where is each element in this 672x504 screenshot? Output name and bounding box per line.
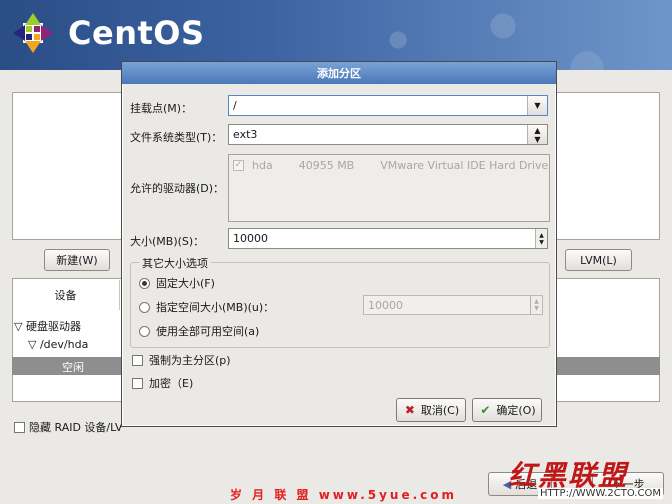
watermark-site: 岁 月 联 盟 www.5yue.com bbox=[230, 488, 458, 502]
drive-model: VMware Virtual IDE Hard Drive bbox=[380, 159, 549, 172]
hide-raid-checkbox[interactable]: 隐藏 RAID 设备/LV bbox=[14, 419, 123, 435]
dialog-title: 添加分区 bbox=[122, 62, 556, 84]
radio-label: 固定大小(F) bbox=[156, 277, 215, 290]
checkbox-icon bbox=[132, 377, 143, 389]
hide-raid-label: 隐藏 RAID 设备/LV bbox=[29, 421, 123, 434]
drive-row-hda[interactable]: ✓ hda 40955 MB VMware Virtual IDE Hard D… bbox=[233, 159, 548, 172]
drive-size: 40955 MB bbox=[298, 159, 355, 172]
force-primary-checkbox[interactable]: 强制为主分区(p) bbox=[132, 352, 231, 368]
expander-down-icon: ▽ bbox=[28, 338, 40, 351]
drive-name: hda bbox=[252, 159, 273, 172]
tree-item-dev-hda[interactable]: ▽ /dev/hda bbox=[28, 338, 88, 351]
force-primary-label: 强制为主分区(p) bbox=[149, 354, 231, 367]
size-label: 大小(MB)(S)： bbox=[130, 235, 205, 248]
fs-type-label: 文件系统类型(T)： bbox=[130, 131, 223, 144]
radio-fill-to-size[interactable]: 指定空间大小(MB)(u)： bbox=[139, 299, 274, 315]
tree-label: 硬盘驱动器 bbox=[25, 320, 81, 333]
drive-list: ✓ hda 40955 MB VMware Virtual IDE Hard D… bbox=[228, 154, 550, 222]
size-spinbox[interactable]: 10000 ▲ ▼ bbox=[228, 228, 548, 249]
fs-type-value: ext3 bbox=[233, 128, 258, 141]
allowed-drives-label: 允许的驱动器(D)： bbox=[130, 182, 225, 195]
checkbox-icon bbox=[14, 421, 25, 433]
radio-fixed-size[interactable]: 固定大小(F) bbox=[139, 275, 215, 291]
cancel-button[interactable]: ✖ 取消(C) bbox=[396, 398, 466, 422]
expander-down-icon: ▽ bbox=[14, 320, 26, 333]
ok-button[interactable]: ✔ 确定(O) bbox=[472, 398, 542, 422]
centos-logo-icon bbox=[13, 13, 53, 53]
free-label: 空闲 bbox=[62, 361, 84, 374]
new-partition-button[interactable]: 新建(W) bbox=[44, 249, 110, 271]
radio-icon bbox=[139, 301, 150, 313]
column-header-device[interactable]: 设备 bbox=[12, 280, 120, 310]
lvm-button[interactable]: LVM(L) bbox=[565, 249, 632, 271]
checkbox-icon bbox=[132, 354, 143, 366]
spin-arrows-icon[interactable]: ▲ ▼ bbox=[530, 296, 542, 314]
brand-name: CentOS bbox=[68, 14, 205, 52]
add-partition-dialog: 添加分区 挂载点(M)： / ▼ 文件系统类型(T)： ext3 ▲ ▼ 允许的驱… bbox=[121, 61, 557, 427]
encrypt-label: 加密（E) bbox=[149, 377, 194, 390]
other-size-options-group: 其它大小选项 固定大小(F) 指定空间大小(MB)(u)： 10000 ▲ ▼ 使… bbox=[130, 255, 550, 348]
updown-icon[interactable]: ▲ ▼ bbox=[527, 125, 547, 144]
watermark-url: HTTP://WWW.2CTO.COM bbox=[538, 488, 663, 499]
fill-size-value: 10000 bbox=[368, 299, 403, 312]
spin-arrows-icon[interactable]: ▲ ▼ bbox=[535, 229, 547, 248]
chevron-down-icon[interactable]: ▼ bbox=[527, 96, 547, 115]
mount-point-label: 挂载点(M)： bbox=[130, 102, 193, 115]
group-title: 其它大小选项 bbox=[139, 255, 211, 271]
radio-icon bbox=[139, 325, 150, 337]
banner-decoration bbox=[272, 0, 672, 70]
tree-label: /dev/hda bbox=[39, 338, 89, 351]
ok-check-icon: ✔ bbox=[480, 403, 491, 417]
cancel-label: 取消(C) bbox=[420, 404, 460, 417]
ok-label: 确定(O) bbox=[496, 404, 536, 417]
checked-icon[interactable]: ✓ bbox=[233, 160, 244, 171]
size-value[interactable]: 10000 bbox=[233, 232, 268, 245]
fill-size-spinbox[interactable]: 10000 ▲ ▼ bbox=[363, 295, 543, 315]
header-banner: CentOS bbox=[0, 0, 672, 70]
radio-selected-icon bbox=[139, 277, 150, 289]
fs-type-select[interactable]: ext3 ▲ ▼ bbox=[228, 124, 548, 145]
radio-label: 指定空间大小(MB)(u)： bbox=[156, 301, 275, 314]
mount-point-combo[interactable]: / ▼ bbox=[228, 95, 548, 116]
radio-fill-all[interactable]: 使用全部可用空间(a) bbox=[139, 323, 259, 339]
tree-item-hard-drives[interactable]: ▽ 硬盘驱动器 bbox=[14, 318, 81, 334]
mount-point-value[interactable]: / bbox=[233, 99, 237, 112]
radio-label: 使用全部可用空间(a) bbox=[156, 325, 260, 338]
cancel-x-icon: ✖ bbox=[404, 403, 415, 417]
encrypt-checkbox[interactable]: 加密（E) bbox=[132, 375, 193, 391]
